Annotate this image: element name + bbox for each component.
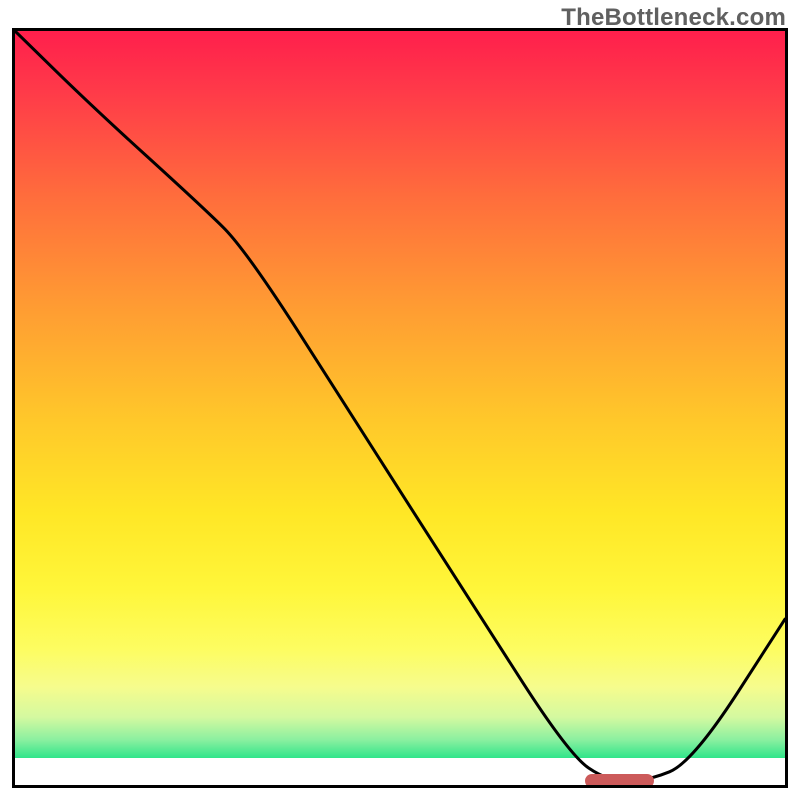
bottleneck-curve: [15, 31, 785, 781]
curve-svg: [15, 31, 785, 785]
plot-area: [12, 28, 788, 788]
optimal-range-marker: [585, 774, 654, 788]
chart-container: TheBottleneck.com: [0, 0, 800, 800]
